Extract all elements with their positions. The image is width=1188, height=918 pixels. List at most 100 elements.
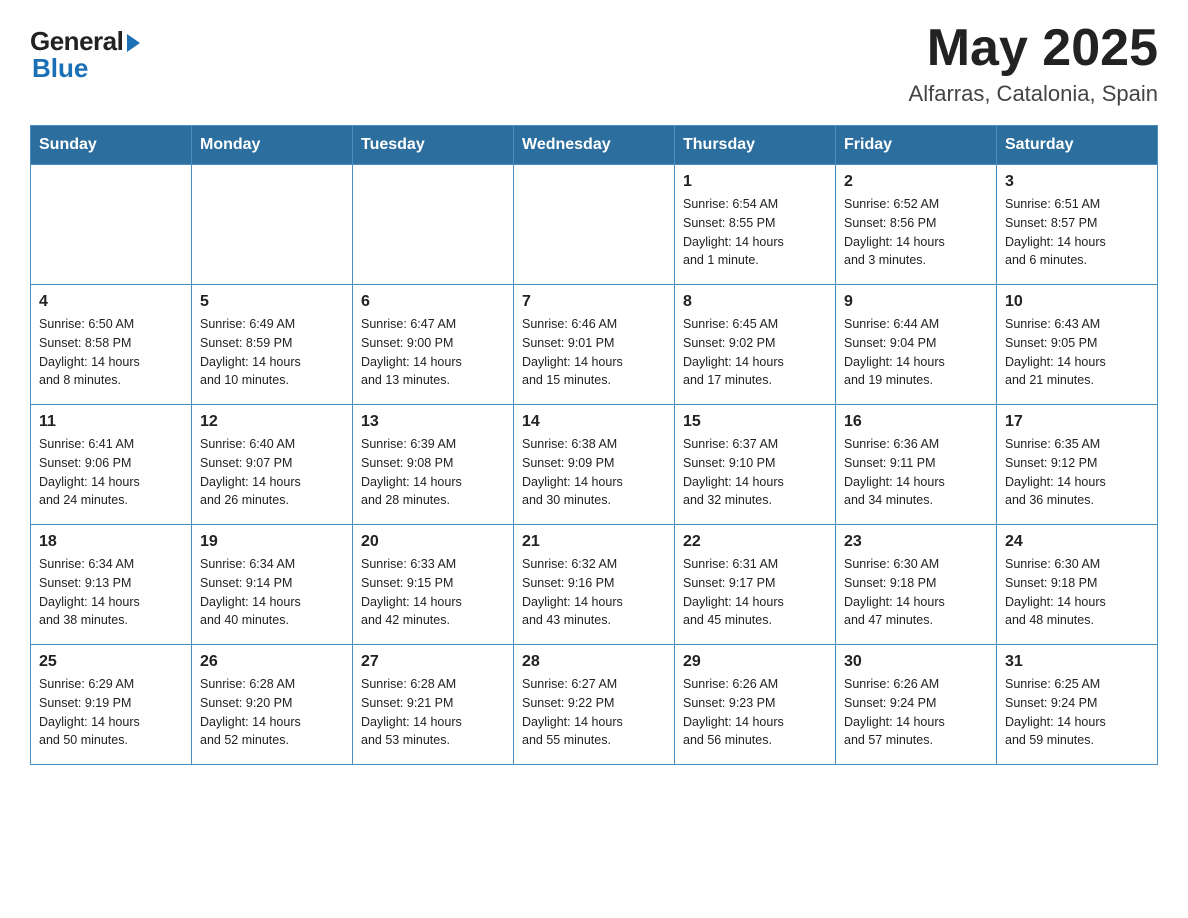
day-number: 18 [39,533,183,551]
calendar-cell: 29 Sunrise: 6:26 AMSunset: 9:23 PMDayligh… [675,645,836,765]
calendar-cell: 9Sunrise: 6:44 AMSunset: 9:04 PMDaylight… [836,285,997,405]
calendar-cell: 10Sunrise: 6:43 AMSunset: 9:05 PMDayligh… [997,285,1158,405]
calendar-cell: 16 Sunrise: 6:36 AMSunset: 9:11 PMDayligh… [836,405,997,525]
day-info: Sunrise: 6:33 AMSunset: 9:15 PMDaylight:… [361,555,505,630]
calendar-cell: 4Sunrise: 6:50 AMSunset: 8:58 PMDaylight… [31,285,192,405]
day-info: Sunrise: 6:26 AMSunset: 9:23 PMDaylight:… [683,675,827,750]
day-number: 25 [39,653,183,671]
day-number: 4 [39,293,183,311]
calendar-cell: 27 Sunrise: 6:28 AMSunset: 9:21 PMDayligh… [353,645,514,765]
calendar-cell: 1 Sunrise: 6:54 AMSunset: 8:55 PMDaylight… [675,165,836,285]
day-number: 17 [1005,413,1149,431]
day-number: 30 [844,653,988,671]
day-info: Sunrise: 6:37 AMSunset: 9:10 PMDaylight:… [683,435,827,510]
logo-triangle-icon [127,34,140,52]
calendar-cell: 28Sunrise: 6:27 AMSunset: 9:22 PMDayligh… [514,645,675,765]
day-number: 14 [522,413,666,431]
day-number: 15 [683,413,827,431]
calendar-cell: 25 Sunrise: 6:29 AMSunset: 9:19 PMDayligh… [31,645,192,765]
calendar-cell: 7 Sunrise: 6:46 AMSunset: 9:01 PMDaylight… [514,285,675,405]
calendar-cell: 3Sunrise: 6:51 AMSunset: 8:57 PMDaylight… [997,165,1158,285]
calendar-cell [31,165,192,285]
day-number: 1 [683,173,827,191]
day-info: Sunrise: 6:28 AMSunset: 9:21 PMDaylight:… [361,675,505,750]
day-number: 16 [844,413,988,431]
calendar-cell: 17 Sunrise: 6:35 AMSunset: 9:12 PMDayligh… [997,405,1158,525]
day-number: 27 [361,653,505,671]
weekday-header-friday: Friday [836,126,997,165]
day-info: Sunrise: 6:34 AMSunset: 9:14 PMDaylight:… [200,555,344,630]
logo: General Blue [30,26,140,84]
calendar-cell: 24 Sunrise: 6:30 AMSunset: 9:18 PMDayligh… [997,525,1158,645]
month-year-title: May 2025 [909,20,1158,77]
day-number: 24 [1005,533,1149,551]
page-header: General Blue May 2025 Alfarras, Cataloni… [30,20,1158,107]
day-info: Sunrise: 6:29 AMSunset: 9:19 PMDaylight:… [39,675,183,750]
calendar-cell: 11Sunrise: 6:41 AMSunset: 9:06 PMDayligh… [31,405,192,525]
day-number: 26 [200,653,344,671]
title-block: May 2025 Alfarras, Catalonia, Spain [909,20,1158,107]
day-number: 29 [683,653,827,671]
day-info: Sunrise: 6:31 AMSunset: 9:17 PMDaylight:… [683,555,827,630]
day-number: 8 [683,293,827,311]
day-number: 7 [522,293,666,311]
day-info: Sunrise: 6:35 AMSunset: 9:12 PMDaylight:… [1005,435,1149,510]
calendar-cell: 20Sunrise: 6:33 AMSunset: 9:15 PMDayligh… [353,525,514,645]
day-info: Sunrise: 6:52 AMSunset: 8:56 PMDaylight:… [844,195,988,270]
day-info: Sunrise: 6:26 AMSunset: 9:24 PMDaylight:… [844,675,988,750]
day-info: Sunrise: 6:30 AMSunset: 9:18 PMDaylight:… [1005,555,1149,630]
calendar-cell: 6 Sunrise: 6:47 AMSunset: 9:00 PMDaylight… [353,285,514,405]
calendar-cell: 23 Sunrise: 6:30 AMSunset: 9:18 PMDayligh… [836,525,997,645]
day-info: Sunrise: 6:27 AMSunset: 9:22 PMDaylight:… [522,675,666,750]
day-info: Sunrise: 6:45 AMSunset: 9:02 PMDaylight:… [683,315,827,390]
location-subtitle: Alfarras, Catalonia, Spain [909,81,1158,107]
day-info: Sunrise: 6:54 AMSunset: 8:55 PMDaylight:… [683,195,827,270]
weekday-header-sunday: Sunday [31,126,192,165]
calendar-cell: 12 Sunrise: 6:40 AMSunset: 9:07 PMDayligh… [192,405,353,525]
day-info: Sunrise: 6:49 AMSunset: 8:59 PMDaylight:… [200,315,344,390]
day-number: 2 [844,173,988,191]
day-info: Sunrise: 6:25 AMSunset: 9:24 PMDaylight:… [1005,675,1149,750]
calendar-cell [514,165,675,285]
day-info: Sunrise: 6:44 AMSunset: 9:04 PMDaylight:… [844,315,988,390]
day-info: Sunrise: 6:39 AMSunset: 9:08 PMDaylight:… [361,435,505,510]
weekday-header-monday: Monday [192,126,353,165]
day-info: Sunrise: 6:40 AMSunset: 9:07 PMDaylight:… [200,435,344,510]
calendar-cell [353,165,514,285]
calendar-cell: 19 Sunrise: 6:34 AMSunset: 9:14 PMDayligh… [192,525,353,645]
day-info: Sunrise: 6:38 AMSunset: 9:09 PMDaylight:… [522,435,666,510]
weekday-header-tuesday: Tuesday [353,126,514,165]
calendar-cell: 5Sunrise: 6:49 AMSunset: 8:59 PMDaylight… [192,285,353,405]
day-info: Sunrise: 6:46 AMSunset: 9:01 PMDaylight:… [522,315,666,390]
calendar-cell [192,165,353,285]
day-number: 21 [522,533,666,551]
calendar-week-row: 18 Sunrise: 6:34 AMSunset: 9:13 PMDayligh… [31,525,1158,645]
day-number: 12 [200,413,344,431]
day-info: Sunrise: 6:43 AMSunset: 9:05 PMDaylight:… [1005,315,1149,390]
day-number: 11 [39,413,183,431]
day-info: Sunrise: 6:47 AMSunset: 9:00 PMDaylight:… [361,315,505,390]
calendar-week-row: 25 Sunrise: 6:29 AMSunset: 9:19 PMDayligh… [31,645,1158,765]
weekday-header-saturday: Saturday [997,126,1158,165]
weekday-header-wednesday: Wednesday [514,126,675,165]
calendar-cell: 2 Sunrise: 6:52 AMSunset: 8:56 PMDaylight… [836,165,997,285]
day-info: Sunrise: 6:34 AMSunset: 9:13 PMDaylight:… [39,555,183,630]
day-info: Sunrise: 6:36 AMSunset: 9:11 PMDaylight:… [844,435,988,510]
calendar-cell: 30 Sunrise: 6:26 AMSunset: 9:24 PMDayligh… [836,645,997,765]
calendar-cell: 22Sunrise: 6:31 AMSunset: 9:17 PMDayligh… [675,525,836,645]
calendar-cell: 13 Sunrise: 6:39 AMSunset: 9:08 PMDayligh… [353,405,514,525]
logo-blue-text: Blue [32,53,88,84]
day-number: 19 [200,533,344,551]
calendar-header-row: SundayMondayTuesdayWednesdayThursdayFrid… [31,126,1158,165]
calendar-cell: 26 Sunrise: 6:28 AMSunset: 9:20 PMDayligh… [192,645,353,765]
day-number: 13 [361,413,505,431]
day-number: 23 [844,533,988,551]
day-number: 6 [361,293,505,311]
day-info: Sunrise: 6:28 AMSunset: 9:20 PMDaylight:… [200,675,344,750]
day-info: Sunrise: 6:51 AMSunset: 8:57 PMDaylight:… [1005,195,1149,270]
calendar-cell: 14 Sunrise: 6:38 AMSunset: 9:09 PMDayligh… [514,405,675,525]
calendar-cell: 8 Sunrise: 6:45 AMSunset: 9:02 PMDaylight… [675,285,836,405]
day-info: Sunrise: 6:32 AMSunset: 9:16 PMDaylight:… [522,555,666,630]
day-info: Sunrise: 6:30 AMSunset: 9:18 PMDaylight:… [844,555,988,630]
calendar-cell: 18 Sunrise: 6:34 AMSunset: 9:13 PMDayligh… [31,525,192,645]
